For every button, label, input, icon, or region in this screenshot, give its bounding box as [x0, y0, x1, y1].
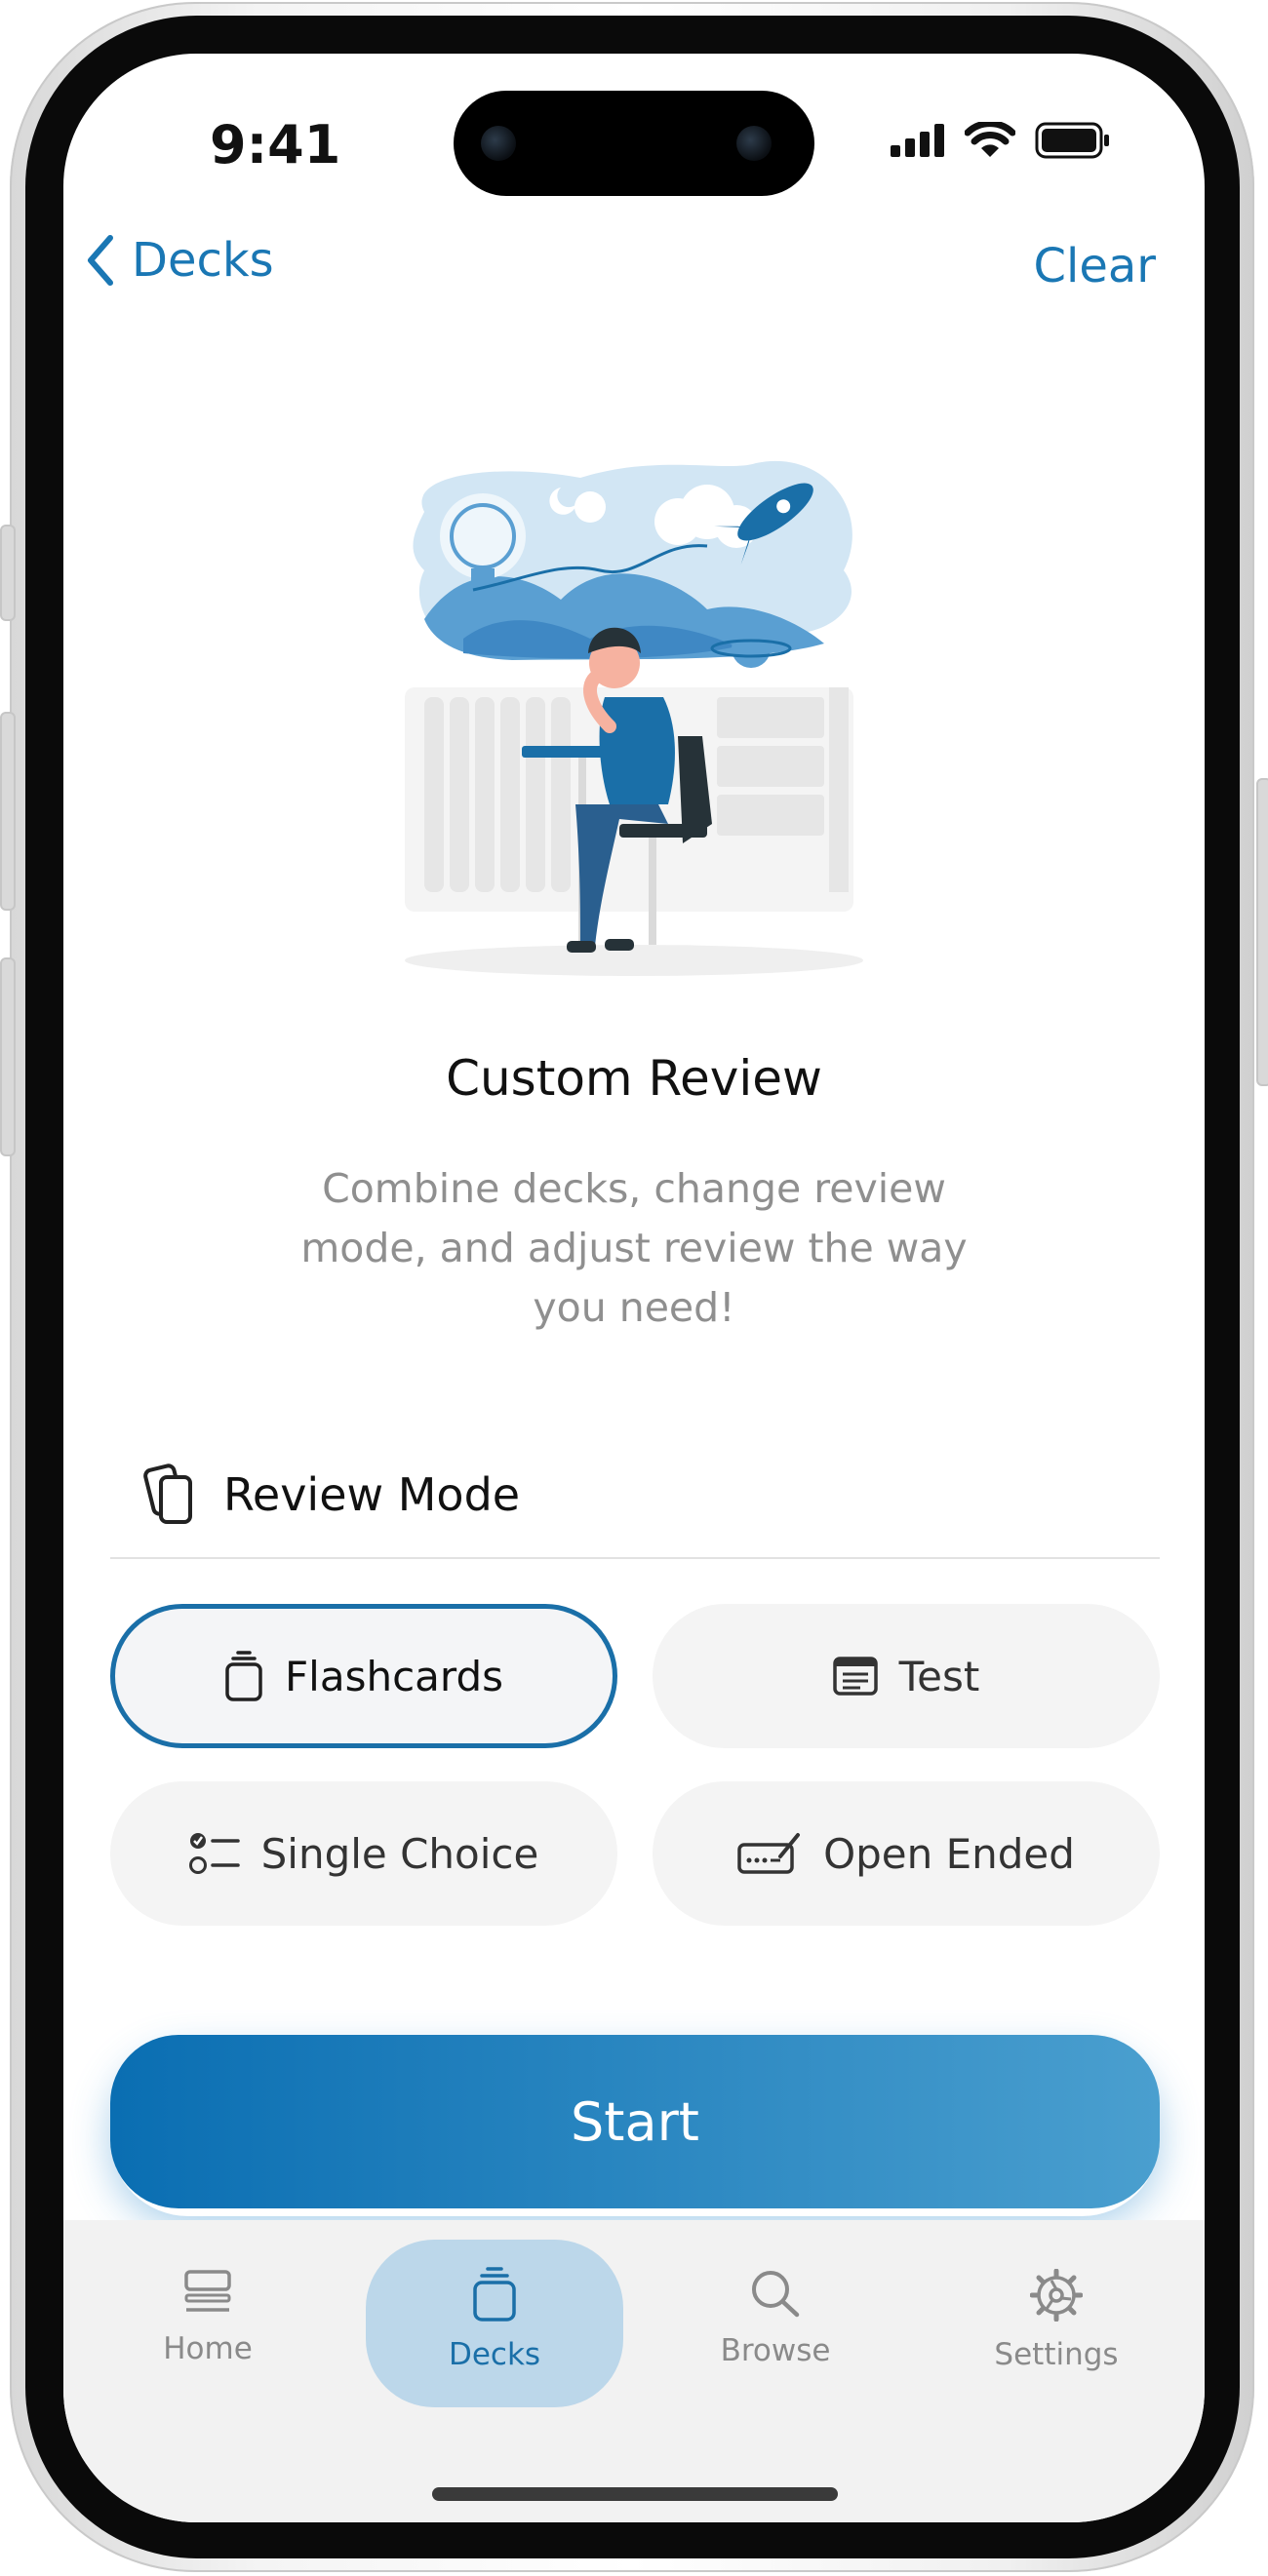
mode-label: Single Choice — [260, 1829, 539, 1878]
tab-label: Settings — [994, 2337, 1119, 2372]
sensor-lens — [736, 126, 772, 161]
tab-label: Decks — [448, 2337, 541, 2372]
status-time: 9:41 — [210, 114, 341, 176]
chevron-left-icon — [88, 235, 113, 286]
section-divider — [110, 1557, 1160, 1559]
single-choice-icon — [188, 1833, 240, 1874]
camera-lens — [481, 126, 516, 161]
back-label: Decks — [132, 233, 274, 288]
page-title: Custom Review — [446, 1050, 822, 1107]
home-indicator[interactable] — [432, 2487, 838, 2501]
mode-flashcards-button[interactable]: Flashcards — [110, 1604, 617, 1748]
mode-label: Open Ended — [823, 1829, 1075, 1878]
open-ended-icon — [737, 1833, 801, 1874]
battery-icon — [1035, 122, 1109, 159]
tab-decks[interactable]: Decks — [397, 2267, 592, 2372]
home-icon — [184, 2270, 231, 2312]
mode-label: Test — [898, 1652, 980, 1700]
tab-label: Browse — [720, 2333, 831, 2368]
tab-label: Home — [163, 2331, 253, 2366]
mode-open-ended-button[interactable]: Open Ended — [653, 1781, 1160, 1926]
start-button[interactable]: Start — [110, 2035, 1160, 2208]
volume-up-button — [0, 712, 16, 911]
status-icons — [891, 122, 1111, 159]
clear-button[interactable]: Clear — [1033, 239, 1156, 293]
test-icon — [832, 1657, 878, 1696]
search-icon — [752, 2271, 800, 2318]
app-screen: 9:41 Decks Clear Custom Review Combine d… — [63, 54, 1205, 2522]
tab-bar: Home Decks Browse Settings — [63, 2220, 1205, 2522]
study-illustration — [405, 460, 863, 976]
tab-home[interactable]: Home — [110, 2269, 305, 2366]
power-button — [1256, 778, 1268, 1086]
gear-icon — [1029, 2268, 1084, 2322]
signal-icon — [891, 124, 944, 157]
review-mode-label: Review Mode — [223, 1468, 521, 1521]
volume-down-button — [0, 957, 16, 1156]
mode-single-choice-button[interactable]: Single Choice — [110, 1781, 617, 1926]
mode-label: Flashcards — [285, 1652, 503, 1700]
mode-test-button[interactable]: Test — [653, 1604, 1160, 1748]
back-button[interactable]: Decks — [85, 233, 274, 288]
tab-settings[interactable]: Settings — [959, 2268, 1154, 2372]
tab-browse[interactable]: Browse — [678, 2269, 873, 2368]
action-button — [0, 525, 16, 621]
flashcards-icon — [225, 1651, 262, 1701]
review-mode-header: Review Mode — [143, 1464, 520, 1526]
page-description: Combine decks, change review mode, and a… — [300, 1165, 968, 1331]
wifi-icon — [965, 122, 1015, 157]
decks-icon — [473, 2267, 516, 2322]
dynamic-island — [454, 91, 814, 196]
cards-icon — [143, 1464, 192, 1524]
